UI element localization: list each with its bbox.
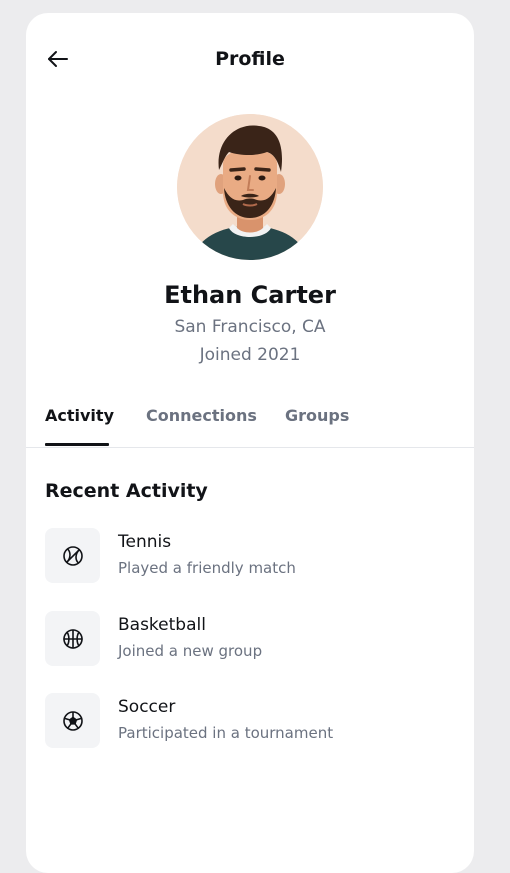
activity-title: Tennis	[118, 532, 172, 552]
active-tab-indicator	[45, 443, 109, 446]
activity-icon-box	[45, 528, 100, 583]
tab-bar: Activity Connections Groups	[26, 393, 474, 448]
section-title-recent-activity: Recent Activity	[45, 480, 208, 502]
avatar	[177, 114, 323, 260]
tab-groups[interactable]: Groups	[285, 406, 349, 425]
profile-card: Profile Ethan Carter San Francisco, CA J…	[26, 13, 474, 873]
activity-description: Participated in a tournament	[118, 724, 334, 742]
activity-icon-box	[45, 693, 100, 748]
user-name: Ethan Carter	[164, 281, 336, 309]
header: Profile	[26, 13, 474, 105]
user-location: San Francisco, CA	[174, 317, 326, 337]
basketball-icon	[62, 628, 83, 649]
soccer-ball-icon	[62, 710, 83, 731]
activity-description: Played a friendly match	[118, 559, 296, 577]
activity-title: Soccer	[118, 697, 176, 717]
activity-icon-box	[45, 611, 100, 666]
tab-connections[interactable]: Connections	[146, 406, 257, 425]
tab-activity[interactable]: Activity	[45, 406, 114, 425]
activity-item-soccer[interactable]: Soccer Participated in a tournament	[45, 693, 455, 749]
activity-item-basketball[interactable]: Basketball Joined a new group	[45, 611, 455, 667]
user-joined-date: Joined 2021	[199, 345, 301, 365]
activity-item-tennis[interactable]: Tennis Played a friendly match	[45, 528, 455, 584]
avatar-illustration	[177, 114, 323, 260]
tennis-ball-icon	[62, 545, 83, 566]
page-title: Profile	[215, 48, 285, 70]
activity-description: Joined a new group	[118, 642, 263, 660]
activity-title: Basketball	[118, 615, 206, 635]
